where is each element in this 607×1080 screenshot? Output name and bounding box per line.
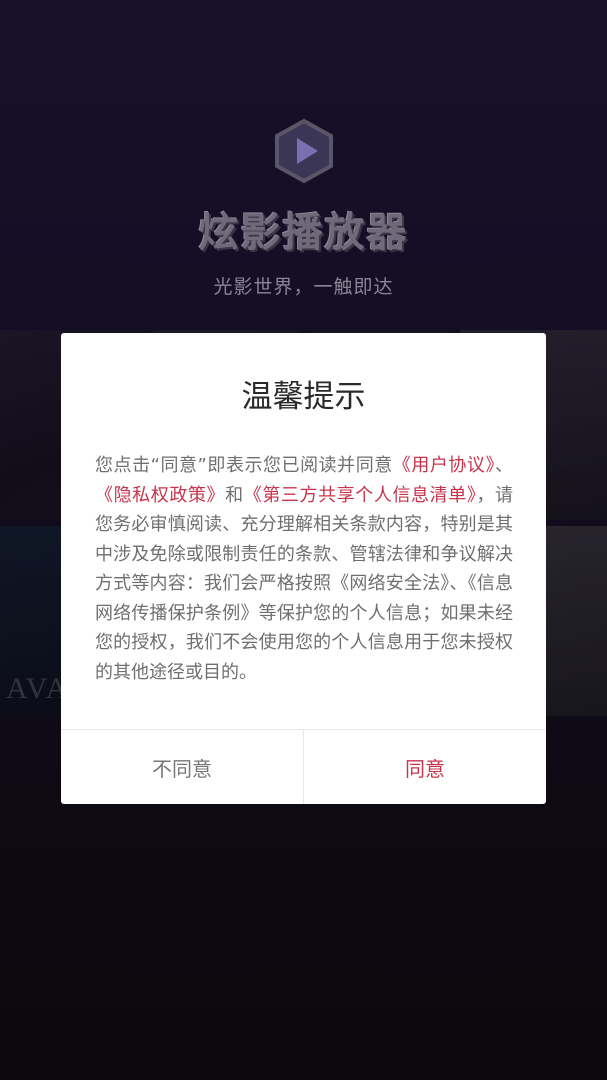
and-text: 和 xyxy=(225,484,244,506)
dialog-body-text: ，请您务必审慎阅读、充分理解相关条款内容，特别是其中涉及免除或限制责任的条款、管… xyxy=(95,484,514,683)
app-slogan: 光影世界，一触即达 xyxy=(213,276,394,298)
dialog-title: 温馨提示 xyxy=(241,379,366,415)
dialog-intro-text: 您点击“同意”即表示您已阅读并同意 xyxy=(95,455,393,476)
hexagon-play-icon xyxy=(273,118,335,184)
privacy-policy-link[interactable]: 《隐私权政策》 xyxy=(95,485,225,506)
dialog-body: 您点击“同意”即表示您已阅读并同意《用户协议》、《隐私权政策》和《第三方共享个人… xyxy=(95,451,513,687)
user-agreement-link[interactable]: 《用户协议》 xyxy=(393,455,495,476)
agree-button[interactable]: 同意 xyxy=(304,730,546,804)
app-name: 炫影播放器 xyxy=(198,210,409,256)
third-party-sharing-link[interactable]: 《第三方共享个人信息清单》 xyxy=(244,485,477,506)
privacy-dialog: 温馨提示 您点击“同意”即表示您已阅读并同意《用户协议》、《隐私权政策》和《第三… xyxy=(61,333,546,804)
dialog-buttons: 不同意 同意 xyxy=(61,729,546,804)
disagree-button[interactable]: 不同意 xyxy=(61,730,304,804)
logo xyxy=(0,118,607,184)
separator-text: 、 xyxy=(495,455,514,476)
